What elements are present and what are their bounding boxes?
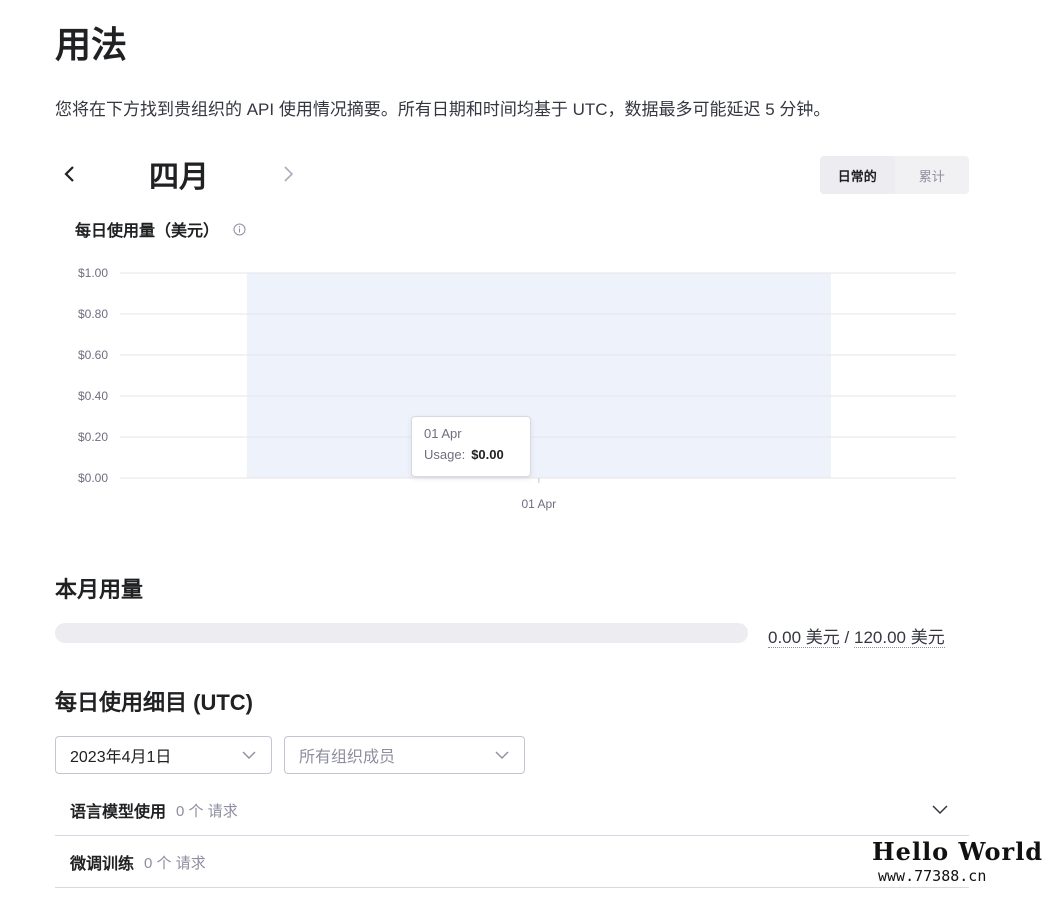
hover-band: [246, 273, 831, 478]
row-title: 语言模型使用: [70, 804, 167, 821]
watermark-line1: Hello World: [872, 837, 1044, 866]
member-select-placeholder: 所有组织成员: [299, 749, 396, 766]
used-amount[interactable]: 0.00 美元: [768, 628, 840, 648]
daily-breakdown-heading: 每日使用细目 (UTC): [55, 690, 253, 715]
x-tick-label: 01 Apr: [521, 497, 556, 511]
y-tick-label: $1.00: [78, 266, 108, 280]
tooltip-value: $0.00: [471, 447, 504, 462]
tooltip-label: Usage:: [424, 447, 466, 462]
member-select[interactable]: 所有组织成员: [284, 736, 525, 774]
y-tick-label: $0.40: [78, 389, 108, 403]
y-tick-label: $0.60: [78, 348, 108, 362]
chevron-down-icon: [242, 751, 256, 759]
monthly-usage-heading: 本月用量: [55, 577, 144, 602]
date-select[interactable]: 2023年4月1日: [55, 736, 272, 774]
limit-separator: /: [844, 628, 850, 647]
chevron-down-icon: [495, 751, 509, 759]
usage-progress-bar: [55, 623, 748, 643]
watermark-line2: www.77388.cn: [878, 867, 987, 885]
tooltip-date: 01 Apr: [424, 426, 462, 441]
chevron-down-icon[interactable]: [931, 803, 949, 815]
row-count: 0 个 请求: [144, 854, 206, 872]
usage-limit-text: 0.00 美元 / 120.00 美元: [768, 623, 945, 648]
chart-tooltip: 01 Apr Usage: $0.00: [411, 416, 531, 477]
y-tick-label: $0.80: [78, 307, 108, 321]
limit-amount[interactable]: 120.00 美元: [854, 628, 945, 648]
y-tick-label: $0.20: [78, 430, 108, 444]
date-select-value: 2023年4月1日: [70, 749, 172, 766]
watermark: Hello World www.77388.cn: [872, 838, 1043, 886]
tooltip-row: Usage: $0.00: [424, 447, 518, 462]
fine-tuning-row[interactable]: 微调训练 0 个 请求: [55, 837, 969, 888]
language-model-usage-row[interactable]: 语言模型使用 0 个 请求: [55, 785, 969, 836]
row-title: 微调训练: [70, 856, 135, 873]
row-count: 0 个 请求: [176, 802, 238, 820]
y-tick-label: $0.00: [78, 471, 108, 485]
